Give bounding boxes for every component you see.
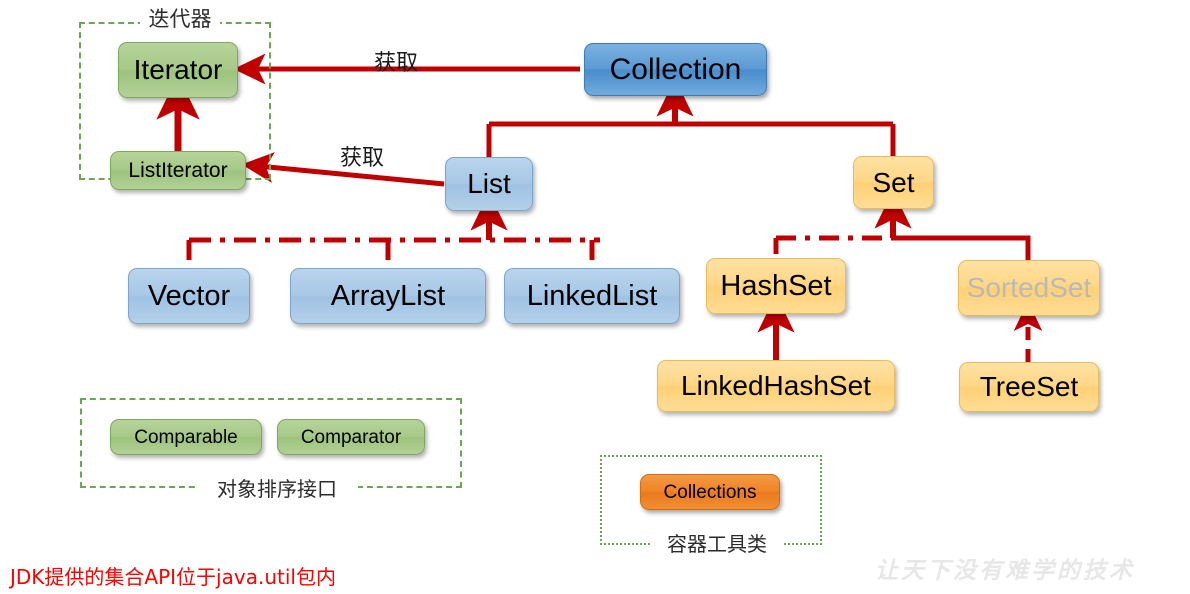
node-iterator-label: Iterator [133,54,223,85]
node-comparable-label: Comparable [134,426,238,448]
edge-label-list-to-listiterator: 获取 [340,146,385,171]
node-treeset[interactable]: TreeSet [959,362,1099,412]
node-hashset[interactable]: HashSet [706,258,846,314]
node-sortedset[interactable]: SortedSet [958,260,1100,316]
node-set-label: Set [872,166,915,198]
node-list-label: List [467,168,511,199]
edge-sortedset-bus [893,235,1031,262]
node-listiterator-label: ListIterator [128,159,228,182]
node-treeset-label: TreeSet [979,371,1079,402]
node-set[interactable]: Set [853,156,934,209]
node-sortedset-label: SortedSet [966,272,1092,303]
node-iterator[interactable]: Iterator [118,42,238,98]
node-listiterator[interactable]: ListIterator [110,151,246,190]
frame-iterator-label: 迭代器 [140,3,220,33]
diagram-canvas: 迭代器 对象排序接口 容器工具类 获取 获取 Iterator ListIter… [0,0,1190,594]
node-linkedlist[interactable]: LinkedList [504,268,680,324]
node-linkedhashset[interactable]: LinkedHashSet [657,360,895,412]
node-collection[interactable]: Collection [584,43,767,96]
node-vector-label: Vector [147,279,231,312]
node-arraylist-label: ArrayList [330,279,446,312]
node-collections-label: Collections [663,481,757,503]
node-comparable[interactable]: Comparable [110,419,262,455]
node-comparator[interactable]: Comparator [277,419,425,455]
node-collection-label: Collection [609,52,742,86]
frame-utility-label: 容器工具类 [650,528,784,557]
node-hashset-label: HashSet [720,269,832,302]
node-linkedhashset-label: LinkedHashSet [681,370,871,401]
frame-sorting-label: 对象排序接口 [196,473,358,502]
node-linkedlist-label: LinkedList [526,279,658,312]
watermark-text: 让天下没有难学的技术 [875,557,1135,584]
node-list[interactable]: List [445,157,533,211]
node-vector[interactable]: Vector [128,268,250,324]
edge-label-collection-to-iterator: 获取 [374,51,419,76]
node-arraylist[interactable]: ArrayList [290,268,486,324]
node-collections[interactable]: Collections [640,474,780,510]
caption-jdk-note: JDK提供的集合API位于java.util包内 [10,565,336,589]
node-comparator-label: Comparator [300,426,402,448]
